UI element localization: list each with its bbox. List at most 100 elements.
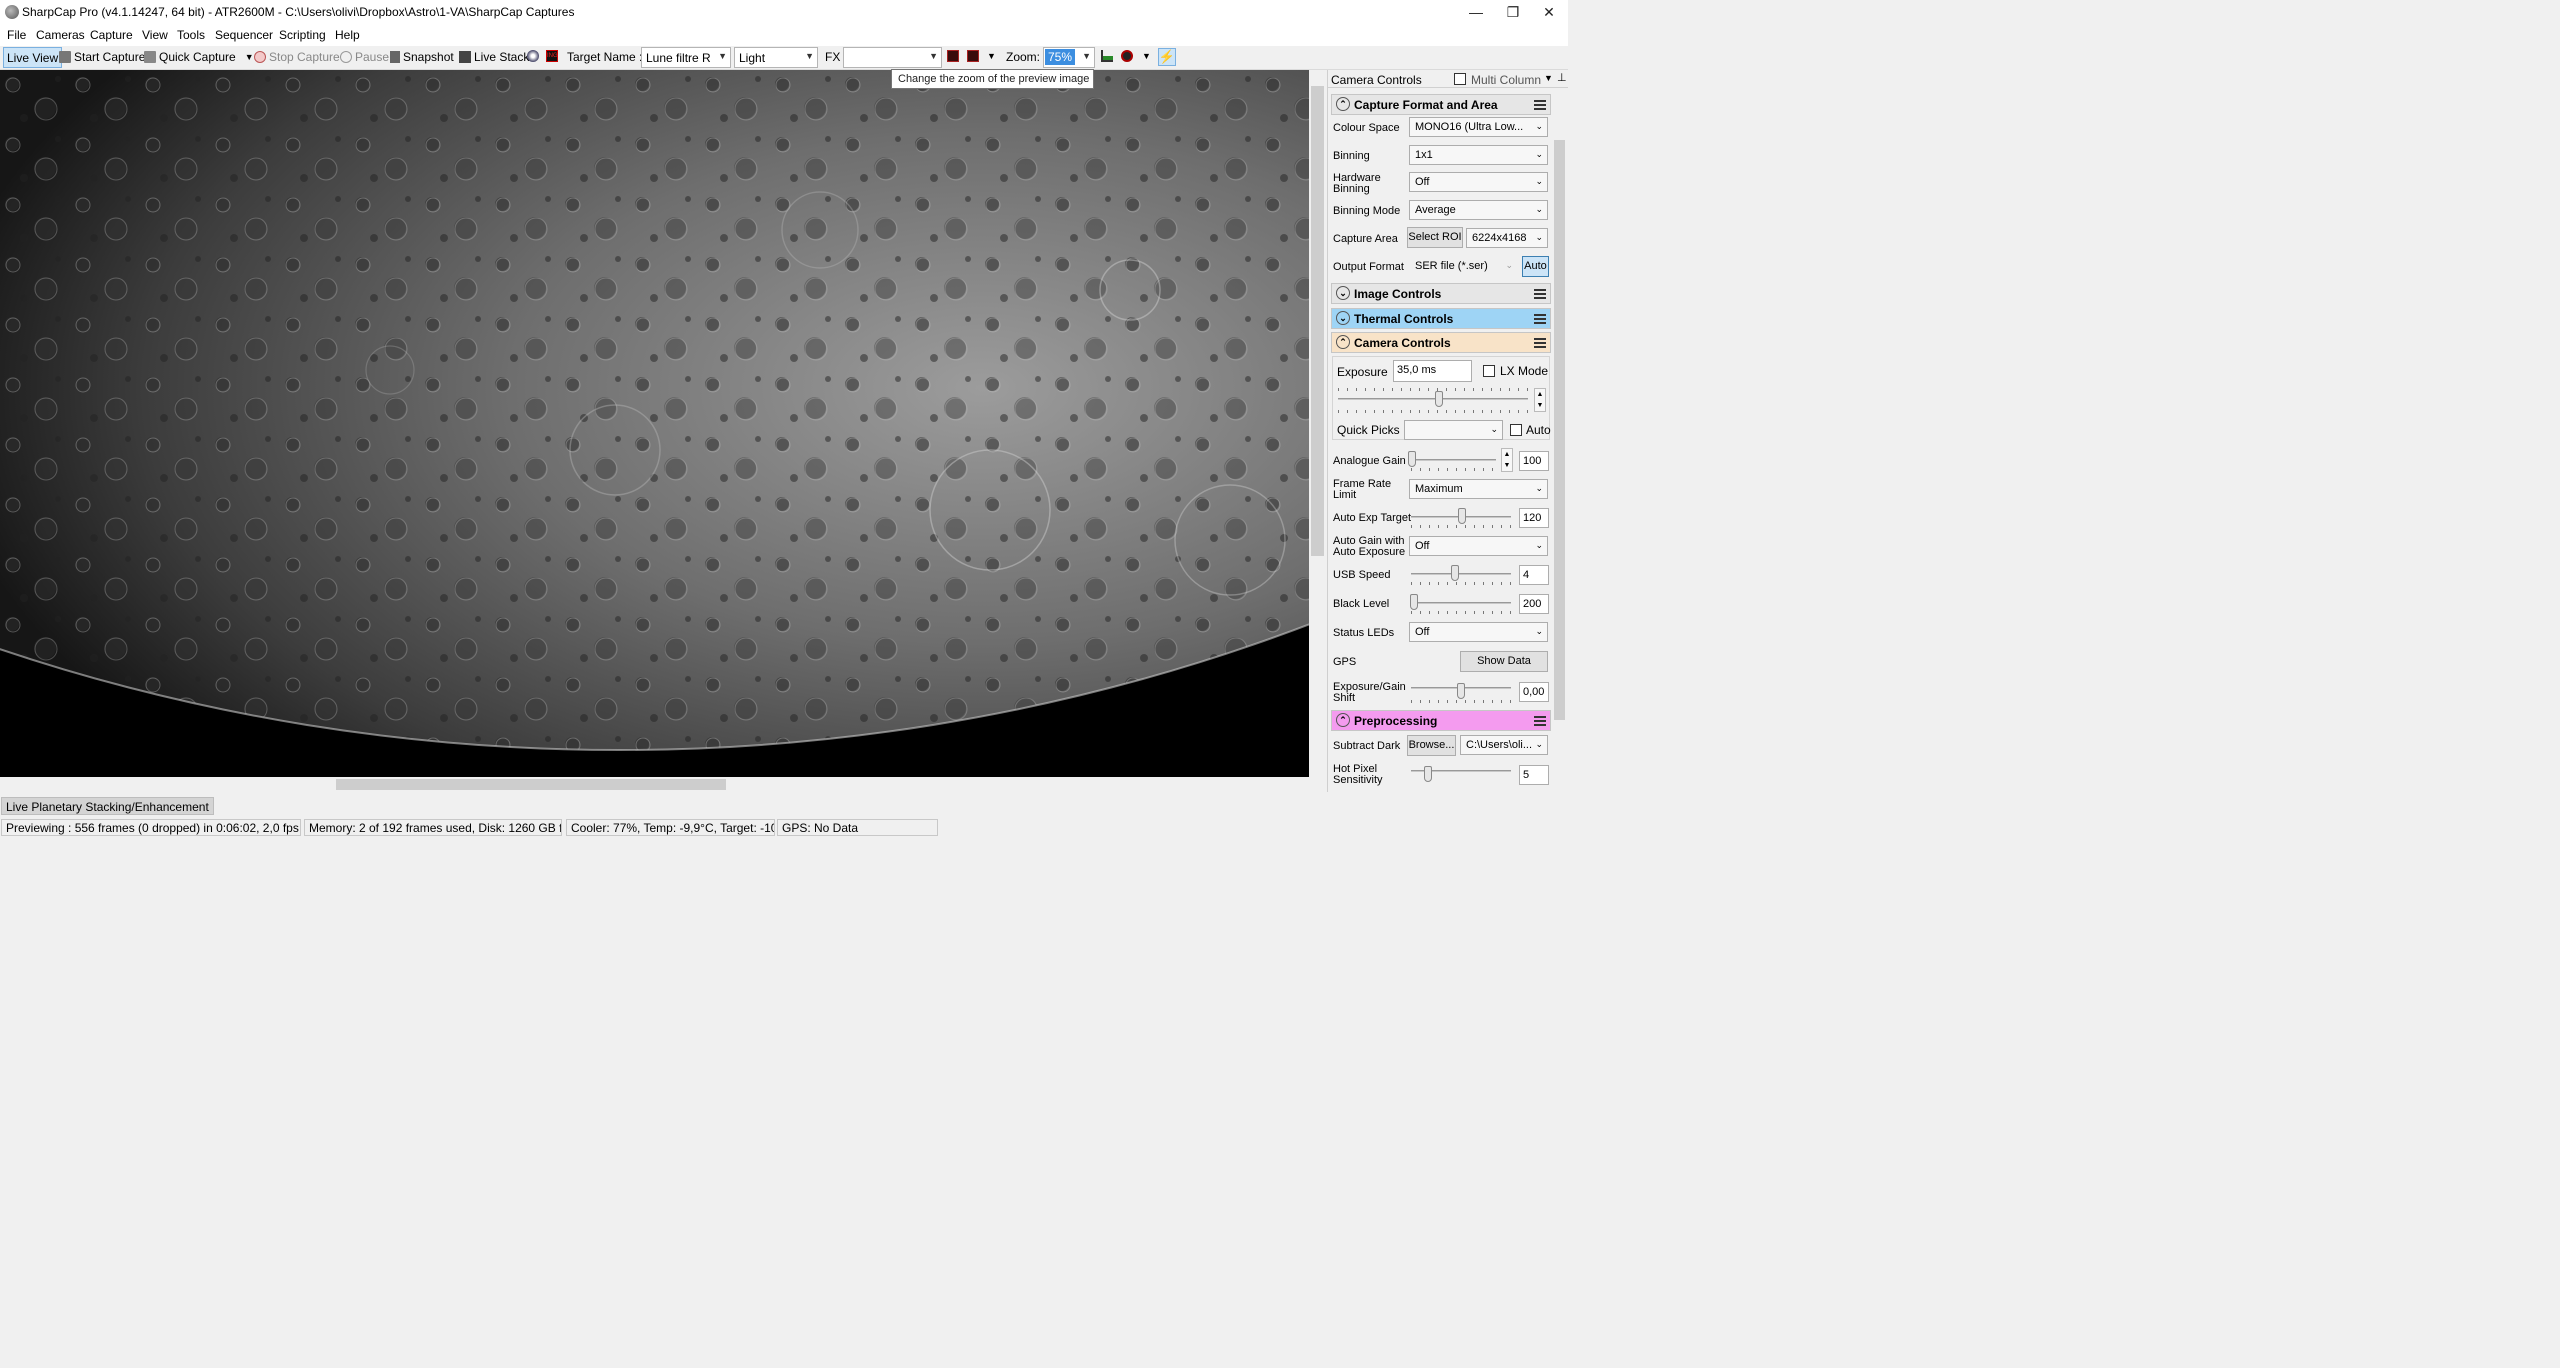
target-name-combo[interactable]: Lune filtre R ▼ <box>641 47 731 68</box>
analogue-gain-slider-thumb[interactable] <box>1408 451 1416 467</box>
wand-icon[interactable]: ⚡ <box>1158 48 1176 66</box>
auto-exp-target-input[interactable]: 120 <box>1519 508 1549 528</box>
stop-capture-button[interactable]: Stop Capture <box>254 50 340 64</box>
start-capture-button[interactable]: Start Capture <box>59 50 145 64</box>
histogram-icon[interactable] <box>1101 50 1113 62</box>
hamburger-menu-icon[interactable] <box>1534 100 1546 110</box>
menu-file[interactable]: File <box>7 28 26 42</box>
section-title: Camera Controls <box>1354 336 1451 350</box>
chevron-down-icon[interactable]: ▼ <box>245 52 254 62</box>
toolbar: Live View Start Capture Quick Capture ▼ … <box>0 46 1568 70</box>
dark-frame-combo[interactable]: C:\Users\oli... ⌄ <box>1460 735 1548 755</box>
hamburger-menu-icon[interactable] <box>1534 338 1546 348</box>
select-roi-button[interactable]: Select ROI <box>1407 227 1463 248</box>
section-camera-controls[interactable]: ⌃ Camera Controls <box>1331 332 1551 353</box>
preview-vertical-scroll-thumb[interactable] <box>1311 86 1324 556</box>
panel-vertical-scroll-thumb[interactable] <box>1554 140 1565 720</box>
preview-image[interactable] <box>0 70 1309 777</box>
exposure-input[interactable]: 35,0 ms <box>1393 360 1472 382</box>
menu-help[interactable]: Help <box>335 28 360 42</box>
lx-mode-checkbox[interactable] <box>1483 365 1495 377</box>
menu-capture[interactable]: Capture <box>90 28 133 42</box>
analogue-gain-input[interactable]: 100 <box>1519 451 1549 471</box>
live-stack-button[interactable]: Live Stack <box>459 50 529 64</box>
hardware-binning-combo[interactable]: Off ⌄ <box>1409 172 1548 192</box>
section-preprocessing[interactable]: ⌃ Preprocessing <box>1331 710 1551 731</box>
exposure-gain-shift-ticks <box>1411 700 1511 703</box>
exposure-spinner[interactable]: ▲ ▼ <box>1534 388 1546 412</box>
zoom-combo[interactable]: 75% ▼ <box>1043 47 1095 68</box>
chevron-down-icon[interactable]: ▼ <box>987 51 996 61</box>
black-level-input[interactable]: 200 <box>1519 594 1549 614</box>
chevron-down-icon[interactable]: ▼ <box>1142 51 1151 61</box>
hot-pixel-input[interactable]: 5 <box>1519 765 1549 785</box>
quick-picks-combo[interactable]: ⌄ <box>1404 420 1503 440</box>
expand-icon[interactable]: ⌄ <box>1336 311 1350 325</box>
usb-speed-input[interactable]: 4 <box>1519 565 1549 585</box>
pin-icon[interactable]: ⊥ <box>1557 71 1567 84</box>
live-view-button[interactable]: Live View <box>3 47 63 68</box>
hamburger-menu-icon[interactable] <box>1534 289 1546 299</box>
black-level-slider-thumb[interactable] <box>1410 594 1418 610</box>
auto-gain-combo[interactable]: Off ⌄ <box>1409 536 1548 556</box>
output-format-combo[interactable]: SER file (*.ser) ⌄ <box>1409 256 1518 276</box>
colour-space-combo[interactable]: MONO16 (Ultra Low... ⌄ <box>1409 117 1548 137</box>
usb-speed-slider-track[interactable] <box>1411 573 1511 575</box>
analogue-gain-spinner[interactable]: ▲ ▼ <box>1501 448 1513 472</box>
pause-button[interactable]: Pause <box>340 50 389 64</box>
magnifier-icon[interactable]: ▼ <box>1121 50 1151 62</box>
black-level-slider-track[interactable] <box>1411 602 1511 604</box>
window-title: SharpCap Pro (v4.1.14247, 64 bit) - ATR2… <box>22 5 575 19</box>
browse-dark-button[interactable]: Browse... <box>1407 735 1456 756</box>
menu-scripting[interactable]: Scripting <box>279 28 326 42</box>
status-leds-value: Off <box>1415 626 1430 638</box>
section-thermal-controls[interactable]: ⌄ Thermal Controls <box>1331 308 1551 329</box>
multi-column-checkbox[interactable] <box>1454 73 1466 85</box>
section-image-controls[interactable]: ⌄ Image Controls <box>1331 283 1551 304</box>
hot-pixel-slider-thumb[interactable] <box>1424 766 1432 782</box>
output-format-auto-button[interactable]: Auto <box>1522 256 1549 277</box>
chevron-down-icon: ⌄ <box>1535 483 1543 493</box>
show-data-button[interactable]: Show Data <box>1460 651 1548 672</box>
camera-icon <box>390 51 400 63</box>
chevron-down-icon[interactable]: ▼ <box>1544 73 1553 83</box>
menu-view[interactable]: View <box>142 28 168 42</box>
snapshot-button[interactable]: Snapshot <box>390 50 454 64</box>
live-planetary-stacking-tab[interactable]: Live Planetary Stacking/Enhancement <box>1 797 214 815</box>
binning-mode-combo[interactable]: Average ⌄ <box>1409 200 1548 220</box>
menu-sequencer[interactable]: Sequencer <box>215 28 273 42</box>
polar-align-icon[interactable] <box>527 50 539 62</box>
hamburger-menu-icon[interactable] <box>1534 716 1546 726</box>
collapse-icon[interactable]: ⌃ <box>1336 713 1350 727</box>
fx-combo[interactable]: ▼ <box>843 47 942 68</box>
quick-capture-button[interactable]: Quick Capture ▼ <box>144 50 254 64</box>
binning-combo[interactable]: 1x1 ⌄ <box>1409 145 1548 165</box>
ing-icon[interactable]: ING <box>546 50 558 62</box>
collapse-icon[interactable]: ⌃ <box>1336 335 1350 349</box>
hamburger-menu-icon[interactable] <box>1534 314 1546 324</box>
close-button[interactable]: ✕ <box>1526 0 1572 24</box>
exposure-ticks-top <box>1338 388 1528 391</box>
exposure-slider-track[interactable] <box>1338 398 1528 400</box>
exposure-slider-thumb[interactable] <box>1435 391 1443 407</box>
quick-picks-auto-checkbox[interactable] <box>1510 424 1522 436</box>
collapse-icon[interactable]: ⌃ <box>1336 97 1350 111</box>
analogue-gain-slider-track[interactable] <box>1411 459 1496 461</box>
section-capture-format[interactable]: ⌃ Capture Format and Area <box>1331 94 1551 115</box>
hardware-binning-label-2: Binning <box>1333 183 1370 195</box>
capture-area-combo[interactable]: 6224x4168 ⌄ <box>1466 228 1548 248</box>
crosshair-icon[interactable]: ▼ <box>967 50 996 62</box>
auto-exp-target-slider-thumb[interactable] <box>1458 508 1466 524</box>
frame-rate-limit-combo[interactable]: Maximum ⌄ <box>1409 479 1548 499</box>
usb-speed-slider-thumb[interactable] <box>1451 565 1459 581</box>
frame-type-combo[interactable]: Light ▼ <box>734 47 818 68</box>
expand-icon[interactable]: ⌄ <box>1336 286 1350 300</box>
reticle-icon[interactable] <box>947 50 959 62</box>
exposure-gain-shift-input[interactable]: 0,00 <box>1519 682 1549 702</box>
menu-cameras[interactable]: Cameras <box>36 28 85 42</box>
menu-tools[interactable]: Tools <box>177 28 205 42</box>
preview-horizontal-scroll-thumb[interactable] <box>336 779 726 790</box>
stacking-bar <box>0 796 1568 816</box>
status-leds-combo[interactable]: Off ⌄ <box>1409 622 1548 642</box>
exposure-gain-shift-slider-thumb[interactable] <box>1457 683 1465 699</box>
